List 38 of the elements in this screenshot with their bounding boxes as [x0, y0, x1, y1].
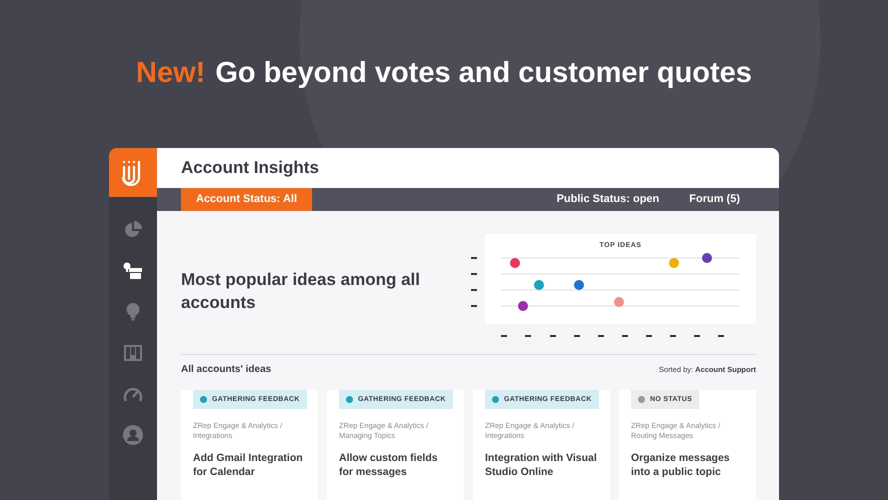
chart-point [614, 297, 624, 307]
filter-tab[interactable]: Public Status: open [542, 188, 674, 211]
filter-tab[interactable]: Forum (5) [674, 188, 755, 211]
list-heading: All accounts' ideas [181, 364, 272, 374]
storefront-icon [123, 262, 143, 280]
tick-mark [598, 335, 604, 337]
user-avatar-icon [123, 424, 143, 444]
chart-point [534, 280, 544, 290]
tick-mark [471, 305, 477, 307]
headline-title: Go beyond votes and customer quotes [215, 56, 752, 90]
tick-mark [574, 335, 580, 337]
chart-point [510, 258, 520, 268]
chart-point [669, 258, 679, 268]
idea-title: Integration with Visual Studio Online [485, 451, 598, 479]
speedometer-icon [123, 386, 143, 402]
idea-title: Allow custom fields for messages [339, 451, 439, 479]
tick-mark [718, 335, 724, 337]
chart-point [574, 280, 584, 290]
section-heading: Most popular ideas among all accounts [181, 269, 421, 314]
tick-mark [622, 335, 628, 337]
kanban-board-icon [124, 344, 142, 360]
lightbulb-icon [126, 302, 140, 320]
idea-title: Add Gmail Integration for Calendar [193, 451, 304, 479]
tick-mark [501, 335, 507, 337]
page-title: Account Insights [181, 158, 319, 178]
tick-mark [646, 335, 652, 337]
tick-mark [525, 335, 531, 337]
tick-mark [670, 335, 676, 337]
chart-point [518, 301, 528, 311]
headline-highlight: New! [136, 56, 206, 90]
tick-mark [694, 335, 700, 337]
tick-mark [471, 257, 477, 259]
idea-title: Organize messages into a public topic [631, 451, 731, 479]
tick-mark [550, 335, 556, 337]
tick-mark [471, 273, 477, 275]
tick-mark [471, 289, 477, 291]
pie-chart-icon [124, 220, 142, 238]
chart-point [702, 253, 712, 263]
